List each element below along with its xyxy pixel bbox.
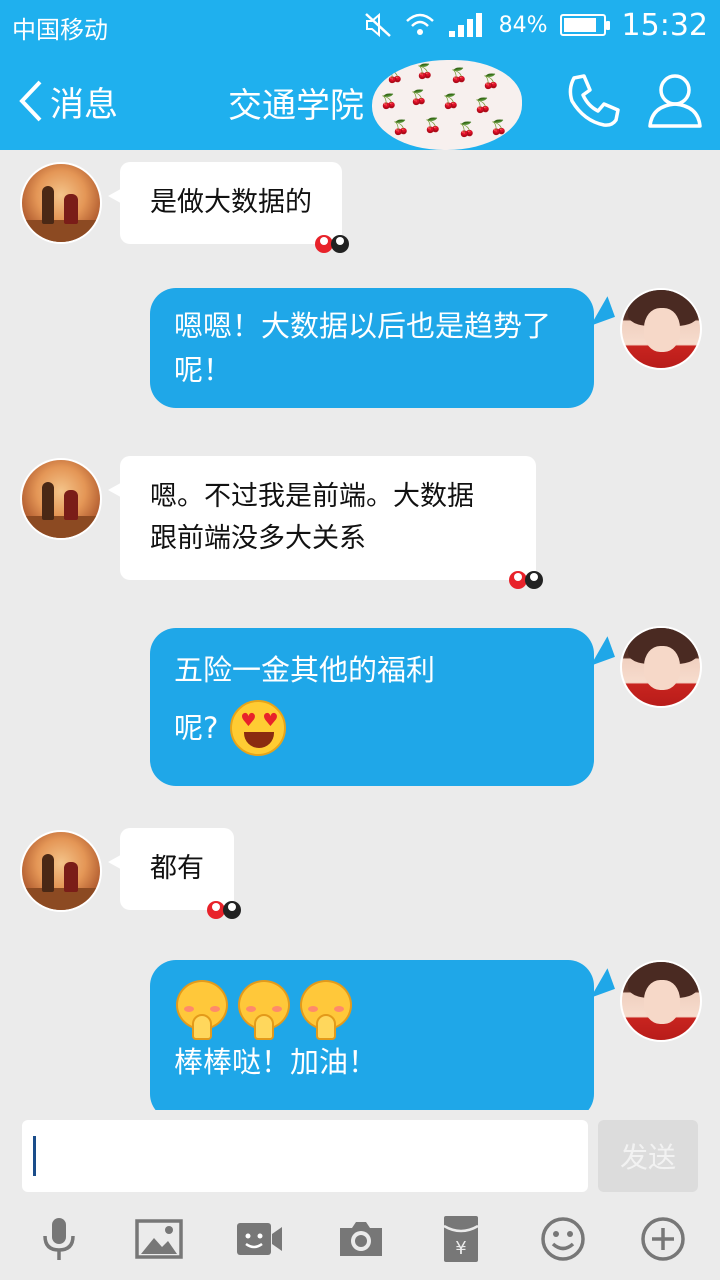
voice-button[interactable] xyxy=(34,1214,84,1264)
heart-eyes-icon: ♥ ♥ xyxy=(230,700,287,756)
back-label: 消息 xyxy=(50,84,118,125)
message-bubble-sent[interactable]: 嗯嗯！大数据以后也是趋势了呢！ xyxy=(150,288,594,408)
wifi-icon xyxy=(405,11,435,39)
message-bubble-received[interactable]: 嗯。不过我是前端。大数据 跟前端没多大关系 xyxy=(108,460,543,589)
bubble-sticker-icon xyxy=(315,235,349,253)
praying-face-icon xyxy=(236,976,294,1040)
clock: 15:32 xyxy=(621,7,708,43)
red-packet-icon: ¥ xyxy=(443,1216,479,1262)
input-toolbar: ¥ xyxy=(0,1200,720,1280)
message-text-line: 跟前端没多大关系 xyxy=(150,523,366,554)
contact-avatar[interactable] xyxy=(20,162,102,244)
back-button[interactable]: 消息 xyxy=(14,74,118,128)
image-icon xyxy=(135,1219,183,1259)
cherry-decoration: 🍒 🍒 🍒 🍒 🍒 🍒 🍒 🍒 🍒 🍒 🍒 🍒 xyxy=(372,60,522,150)
status-bar: 中国移动 84% 15:32 xyxy=(0,0,720,50)
phone-call-button[interactable] xyxy=(560,70,620,130)
message-bubble-received[interactable]: 是做大数据的 xyxy=(108,166,349,253)
battery-percent: 84% xyxy=(498,12,548,38)
message-text: 都有 xyxy=(150,853,204,884)
text-cursor xyxy=(33,1136,36,1176)
message-text: 嗯嗯！大数据以后也是趋势了呢！ xyxy=(174,309,552,387)
my-avatar[interactable] xyxy=(620,626,702,708)
chat-title[interactable]: 交通学院 xyxy=(228,78,364,127)
message-bubble-sent[interactable]: 棒棒哒！加油！ xyxy=(150,960,594,1110)
composer: 发送 xyxy=(0,1110,720,1200)
video-icon xyxy=(237,1223,282,1255)
video-call-button[interactable] xyxy=(234,1214,284,1264)
camera-button[interactable] xyxy=(336,1214,386,1264)
message-bubble-sent[interactable]: 五险一金其他的福利 呢? ♥ ♥ xyxy=(150,628,594,786)
image-button[interactable] xyxy=(134,1214,184,1264)
message-text: 棒棒哒！加油！ xyxy=(174,1045,378,1079)
more-button[interactable] xyxy=(638,1214,688,1264)
status-icons: 84% 15:32 xyxy=(363,6,708,44)
chat-header: 消息 交通学院 🍒 🍒 🍒 🍒 🍒 🍒 🍒 🍒 🍒 🍒 🍒 🍒 xyxy=(0,50,720,150)
battery-icon xyxy=(559,14,610,36)
my-avatar[interactable] xyxy=(620,960,702,1042)
signal-icon xyxy=(447,11,487,39)
send-button[interactable]: 发送 xyxy=(598,1120,698,1192)
message-text-line: 嗯。不过我是前端。大数据 xyxy=(150,481,474,512)
mute-icon xyxy=(363,11,393,39)
camera-icon xyxy=(340,1222,382,1256)
message-input[interactable] xyxy=(22,1120,588,1192)
praying-face-icon xyxy=(298,976,356,1040)
bubble-sticker-icon xyxy=(207,901,241,919)
message-text: 是做大数据的 xyxy=(150,187,312,218)
praying-face-icon xyxy=(174,976,232,1040)
svg-text:¥: ¥ xyxy=(455,1238,466,1259)
microphone-icon xyxy=(43,1218,75,1260)
emoji-button[interactable] xyxy=(538,1214,588,1264)
bubble-sticker-icon xyxy=(509,571,543,589)
message-text-line: 呢? xyxy=(174,711,219,745)
contact-avatar[interactable] xyxy=(20,830,102,912)
message-text-line: 五险一金其他的福利 xyxy=(174,653,436,687)
message-list[interactable]: 是做大数据的 嗯嗯！大数据以后也是趋势了呢！ 嗯。不过我是前端。大数据 跟前端没… xyxy=(0,150,720,1110)
plus-icon xyxy=(641,1217,685,1261)
carrier-name: 中国移动 xyxy=(12,16,108,44)
my-avatar[interactable] xyxy=(620,288,702,370)
contact-avatar[interactable] xyxy=(20,458,102,540)
person-icon xyxy=(648,74,702,128)
message-bubble-received[interactable]: 都有 xyxy=(108,832,241,919)
profile-button[interactable] xyxy=(644,70,706,130)
red-packet-button[interactable]: ¥ xyxy=(436,1214,486,1264)
emoji-icon xyxy=(541,1217,585,1261)
chevron-left-icon xyxy=(19,80,42,122)
phone-icon xyxy=(568,74,620,127)
